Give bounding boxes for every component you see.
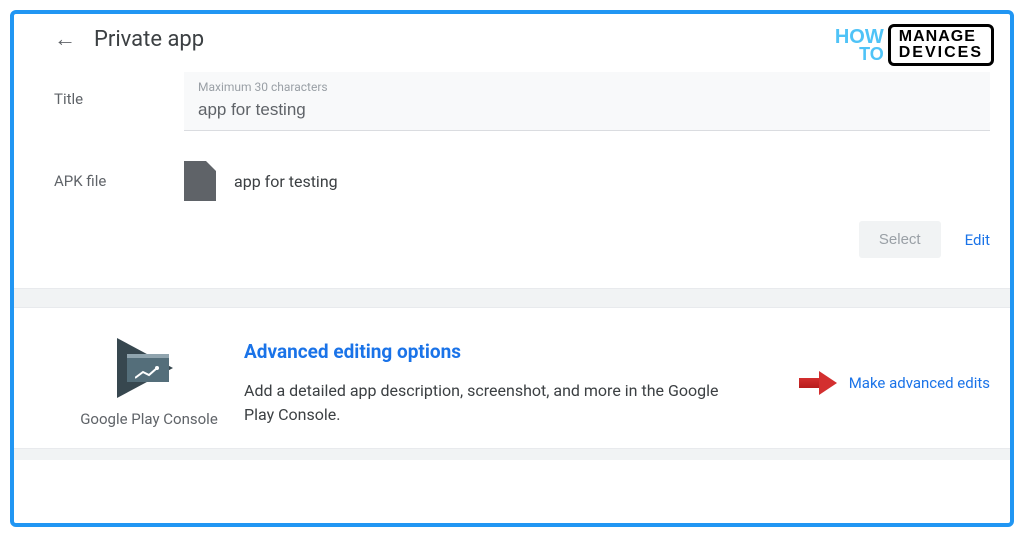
file-icon (184, 161, 216, 201)
select-button[interactable]: Select (859, 221, 941, 258)
page-title: Private app (94, 27, 204, 52)
section-divider (14, 288, 1010, 308)
logo-devices-text: DEVICES (899, 45, 983, 61)
bottom-divider (14, 448, 1010, 460)
back-arrow-icon[interactable]: ← (54, 26, 76, 52)
edit-link[interactable]: Edit (965, 231, 990, 249)
make-advanced-edits-link[interactable]: Make advanced edits (849, 374, 990, 392)
apk-file-name: app for testing (234, 172, 338, 191)
title-label: Title (54, 72, 184, 108)
logo-manage-text: MANAGE (899, 29, 983, 45)
advanced-editing-title: Advanced editing options (244, 340, 779, 363)
advanced-editing-description: Add a detailed app description, screensh… (244, 379, 724, 427)
title-input-hint: Maximum 30 characters (198, 80, 328, 94)
red-arrow-annotation (799, 373, 839, 393)
logo-to-text: TO (859, 46, 884, 62)
play-console-text: Google Play Console (54, 410, 244, 428)
play-console-logo: Google Play Console (54, 338, 244, 428)
howto-manage-devices-logo: HOW TO MANAGE DEVICES (831, 22, 998, 68)
apk-file-label: APK file (54, 172, 184, 190)
